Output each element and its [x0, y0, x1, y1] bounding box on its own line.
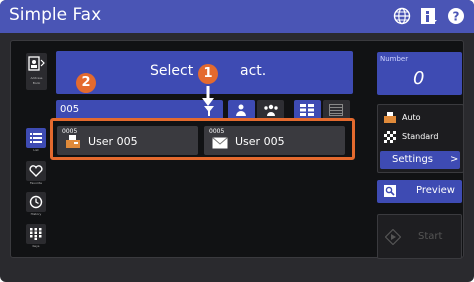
single-user-filter-button[interactable]	[228, 100, 255, 120]
sidebar-item-history[interactable]: History	[26, 192, 46, 216]
resolution-value: Auto	[402, 113, 421, 122]
globe-icon[interactable]	[393, 7, 411, 25]
start-label: Start	[418, 231, 443, 242]
group-users-icon	[264, 104, 278, 116]
preview-label: Preview	[416, 185, 455, 196]
address-book-label-1: Address	[30, 76, 43, 80]
checker-mode-icon	[384, 131, 396, 143]
fax-machine-icon	[66, 135, 80, 148]
info-icon[interactable]	[420, 7, 438, 25]
address-book-label-2: Book	[32, 81, 41, 85]
start-button[interactable]: Start	[377, 214, 462, 259]
sidebar-item-favorite[interactable]: Favorite	[26, 161, 46, 185]
mode-value: Standard	[402, 132, 439, 141]
address-book-button[interactable]: Address Book	[26, 53, 47, 90]
preview-button[interactable]: Preview	[377, 180, 462, 203]
entry-number: 0005	[209, 128, 225, 135]
sidebar-item-label: Keys	[32, 244, 40, 248]
single-user-icon	[236, 104, 246, 116]
select-contact-label-left: Select	[150, 63, 194, 79]
address-book-icon	[28, 56, 45, 71]
tile-view-button[interactable]	[294, 100, 321, 120]
entry-number: 0005	[62, 128, 78, 135]
entry-name: User 005	[235, 135, 285, 148]
group-filter-button[interactable]	[257, 100, 284, 120]
tile-view-icon	[300, 104, 314, 116]
select-contact-label-right: act.	[240, 63, 267, 79]
contact-list: 0005 User 005 0005 User 005	[54, 124, 352, 158]
sidebar-item-keys[interactable]: Keys	[26, 224, 46, 248]
sidebar-item-label: List	[33, 148, 39, 152]
callout-marker-1: 1	[198, 64, 218, 84]
number-label: Number	[380, 55, 409, 63]
settings-label: Settings	[392, 154, 434, 165]
number-value: 0	[413, 68, 425, 89]
search-value: 005	[60, 104, 80, 115]
entry-name: User 005	[88, 135, 138, 148]
clock-icon	[29, 195, 43, 209]
chevron-right-icon: >	[450, 154, 459, 165]
sidebar-item-label: History	[30, 212, 42, 216]
sidebar-item-label: Favorite	[30, 181, 42, 185]
app-title: Simple Fax	[9, 5, 102, 25]
list-view-button[interactable]	[323, 100, 350, 120]
fax-screen: Simple Fax ? Address Book List Favorite …	[0, 0, 474, 282]
heart-icon	[29, 165, 43, 177]
help-icon[interactable]: ?	[447, 7, 465, 25]
svg-text:?: ?	[453, 10, 460, 24]
start-diamond-icon	[385, 229, 401, 245]
keypad-icon	[30, 228, 42, 240]
settings-button[interactable]: Settings >	[380, 151, 460, 169]
envelope-icon	[212, 137, 228, 149]
fax-settings-panel: Auto Standard Settings >	[377, 104, 464, 173]
list-item[interactable]: 0005 User 005	[204, 126, 345, 155]
number-field[interactable]: Number 0	[377, 52, 462, 95]
list-view-icon	[329, 104, 343, 116]
sidebar-item-list[interactable]: List	[26, 128, 46, 152]
callout-marker-2: 2	[76, 73, 96, 93]
list-item[interactable]: 0005 User 005	[57, 126, 198, 155]
preview-icon	[384, 185, 396, 197]
title-bar: Simple Fax ?	[0, 0, 474, 33]
list-icon	[30, 133, 42, 143]
resolution-icon	[384, 112, 396, 123]
